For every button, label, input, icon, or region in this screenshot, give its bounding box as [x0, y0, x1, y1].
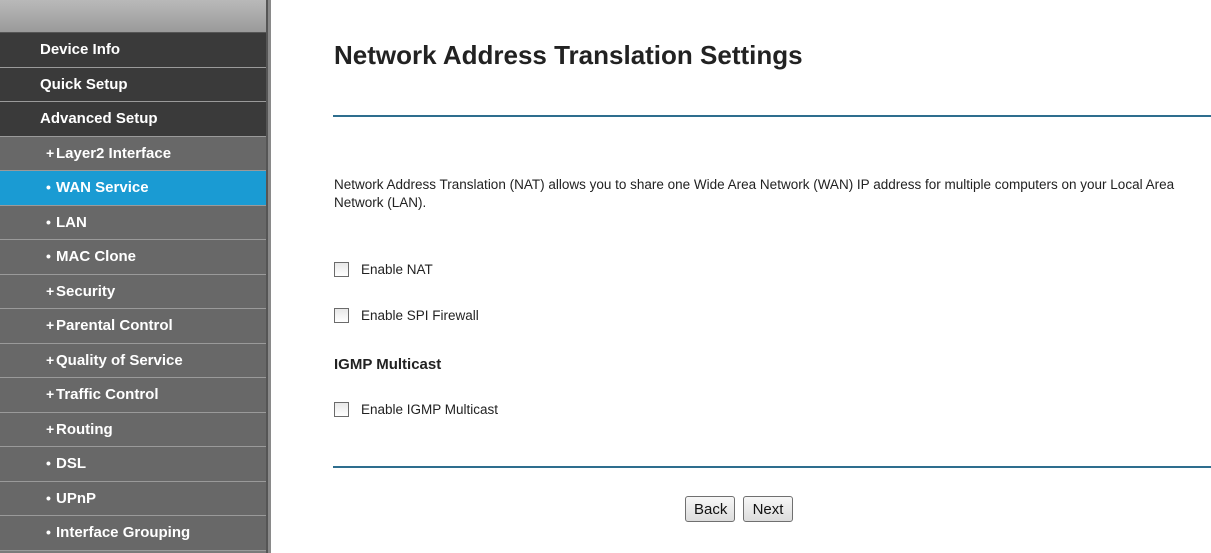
sidebar-menu: Device Info Quick Setup Advanced Setup + Lay…	[0, 33, 266, 551]
bullet-icon: •	[46, 524, 51, 540]
enable-spi-firewall-checkbox[interactable]	[334, 307, 349, 323]
bullet-icon: •	[46, 179, 51, 195]
enable-nat-checkbox[interactable]	[334, 261, 349, 277]
sidebar-item-interface-grouping[interactable]: • Interface Grouping	[0, 516, 266, 551]
expand-plus-icon: +	[46, 386, 55, 402]
sidebar-item-label: Routing	[56, 420, 113, 438]
sidebar-item-label: Traffic Control	[56, 386, 159, 403]
expand-plus-icon: +	[46, 317, 55, 333]
sidebar: Device Info Quick Setup Advanced Setup + Lay…	[0, 0, 268, 553]
bullet-icon: •	[46, 489, 51, 506]
sidebar-item-label: MAC Clone	[56, 248, 136, 265]
expand-plus-icon: +	[46, 282, 55, 299]
back-button[interactable]: Back	[685, 496, 735, 522]
sidebar-item-wan-service[interactable]: • WAN Service	[0, 171, 266, 206]
expand-plus-icon: +	[46, 420, 55, 437]
sidebar-item-quick-setup[interactable]: Quick Setup	[0, 67, 266, 102]
sidebar-item-label: Quick Setup	[40, 75, 128, 93]
page-title: Network Address Translation Settings	[334, 40, 803, 70]
next-button[interactable]: Next	[743, 496, 793, 522]
sidebar-item-label: Layer2 Interface	[56, 144, 172, 162]
bullet-icon: •	[46, 455, 51, 471]
sidebar-item-traffic-control[interactable]: + Traffic Control	[0, 378, 266, 413]
sidebar-item-device-info[interactable]: Device Info	[0, 33, 266, 68]
sidebar-item-security[interactable]: + Security	[0, 274, 266, 309]
expand-plus-icon: +	[46, 351, 55, 368]
enable-spi-option[interactable]: Enable SPI Firewall	[334, 306, 479, 324]
sidebar-item-label: LAN	[56, 213, 87, 231]
sidebar-item-mac-clone[interactable]: • MAC Clone	[0, 240, 266, 275]
bullet-icon: •	[46, 213, 51, 230]
igmp-multicast-heading: IGMP Multicast	[334, 356, 442, 373]
sidebar-item-dsl[interactable]: • DSL	[0, 447, 266, 482]
sidebar-item-label: Advanced Setup	[40, 110, 158, 127]
top-divider	[333, 115, 1211, 117]
sidebar-item-quality-of-service[interactable]: + Quality of Service	[0, 343, 266, 378]
sidebar-item-label: DSL	[56, 455, 86, 472]
enable-igmp-option[interactable]: Enable IGMP Multicast	[334, 400, 498, 418]
enable-nat-label: Enable NAT	[361, 261, 433, 277]
enable-igmp-multicast-checkbox[interactable]	[334, 401, 349, 417]
sidebar-item-label: Quality of Service	[56, 351, 183, 369]
enable-igmp-multicast-label: Enable IGMP Multicast	[361, 401, 499, 417]
sidebar-item-lan[interactable]: • LAN	[0, 205, 266, 240]
sidebar-item-label: Device Info	[40, 41, 121, 58]
main-content: Network Address Translation Settings Net…	[271, 0, 1211, 553]
sidebar-item-label: WAN Service	[56, 179, 149, 196]
sidebar-item-upnp[interactable]: • UPnP	[0, 481, 266, 516]
sidebar-item-layer2-interface[interactable]: + Layer2 Interface	[0, 136, 266, 171]
sidebar-header	[0, 0, 268, 33]
sidebar-item-label: UPnP	[56, 489, 97, 507]
sidebar-item-label: Interface Grouping	[56, 524, 191, 541]
sidebar-item-label: Security	[56, 282, 116, 300]
bullet-icon: •	[46, 248, 51, 264]
enable-spi-firewall-label: Enable SPI Firewall	[361, 307, 479, 323]
sidebar-item-label: Parental Control	[56, 317, 173, 334]
expand-plus-icon: +	[46, 144, 55, 161]
bottom-divider	[333, 466, 1211, 468]
sidebar-item-routing[interactable]: + Routing	[0, 412, 266, 447]
sidebar-item-advanced-setup[interactable]: Advanced Setup	[0, 102, 266, 137]
enable-nat-option[interactable]: Enable NAT	[334, 260, 433, 278]
sidebar-item-parental-control[interactable]: + Parental Control	[0, 309, 266, 344]
nat-description: Network Address Translation (NAT) allows…	[334, 177, 1175, 210]
